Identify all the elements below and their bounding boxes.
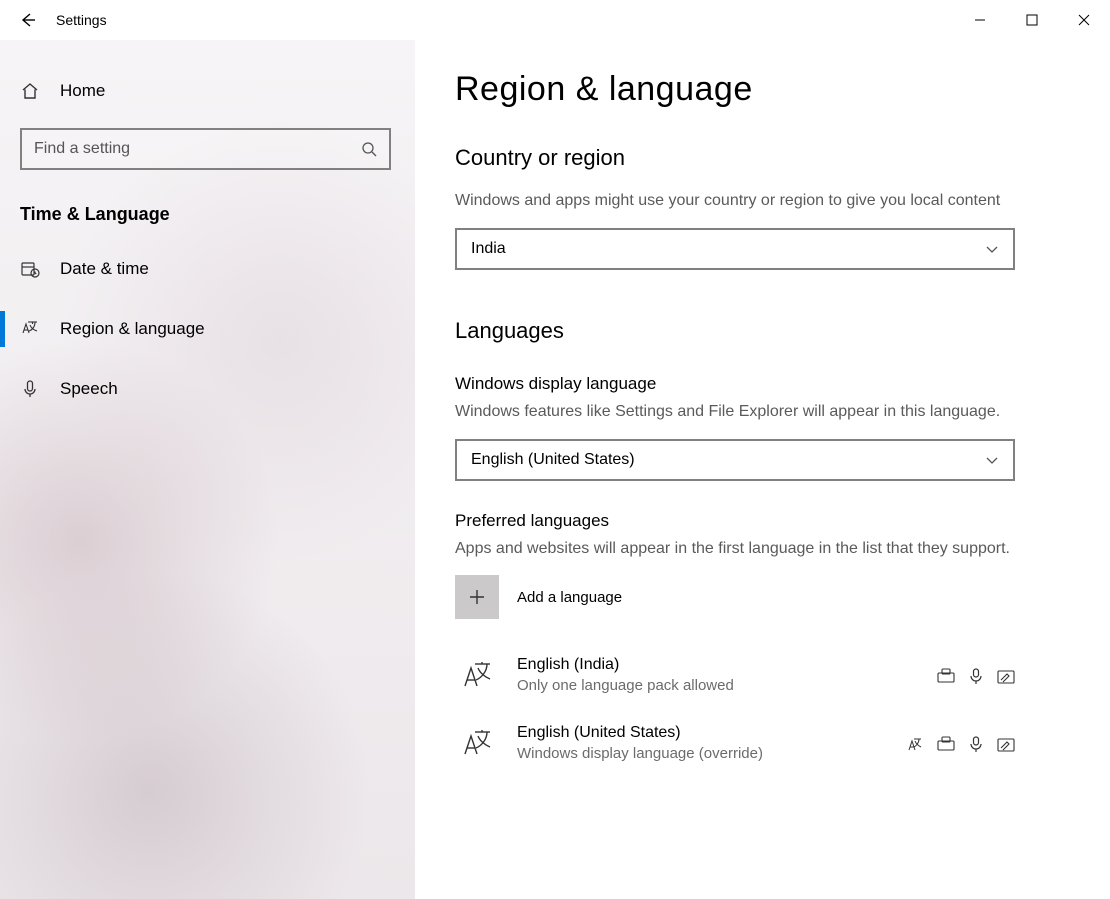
maximize-button[interactable]	[1006, 0, 1058, 40]
microphone-icon	[20, 379, 40, 399]
main-content: Region & language Country or region Wind…	[415, 40, 1110, 899]
display-language-label: Windows display language	[455, 374, 1070, 394]
sidebar-item-label: Date & time	[60, 259, 149, 279]
add-language-button[interactable]: Add a language	[455, 575, 622, 619]
sidebar-item-speech[interactable]: Speech	[0, 359, 415, 419]
display-language-icon	[907, 736, 923, 752]
language-item[interactable]: English (India) Only one language pack a…	[455, 647, 1015, 715]
sidebar-item-date-time[interactable]: Date & time	[0, 239, 415, 299]
page-title: Region & language	[455, 70, 1070, 109]
sidebar-group-title: Time & Language	[20, 204, 415, 225]
home-label: Home	[60, 81, 105, 101]
minimize-button[interactable]	[954, 0, 1006, 40]
region-selected: India	[471, 240, 506, 258]
preferred-languages-label: Preferred languages	[455, 511, 1070, 531]
language-name: English (India)	[517, 654, 937, 676]
language-glyph-icon	[20, 319, 40, 339]
window-title: Settings	[56, 12, 107, 28]
sidebar-item-label: Speech	[60, 379, 118, 399]
language-sub: Windows display language (override)	[517, 744, 907, 764]
language-glyph-icon	[462, 660, 492, 690]
language-glyph-icon	[462, 728, 492, 758]
microphone-icon	[969, 668, 983, 684]
language-item[interactable]: English (United States) Windows display …	[455, 715, 1015, 783]
display-language-selected: English (United States)	[471, 451, 635, 469]
back-arrow-icon	[19, 11, 37, 29]
chevron-down-icon	[985, 242, 999, 256]
back-button[interactable]	[0, 0, 56, 40]
maximize-icon	[1026, 14, 1038, 26]
sidebar-item-label: Region & language	[60, 319, 205, 339]
close-button[interactable]	[1058, 0, 1110, 40]
add-language-label: Add a language	[517, 589, 622, 606]
calendar-clock-icon	[20, 259, 40, 279]
languages-heading: Languages	[455, 318, 1070, 344]
microphone-icon	[969, 736, 983, 752]
handwriting-icon	[997, 736, 1015, 752]
home-nav[interactable]: Home	[0, 66, 415, 116]
preferred-languages-desc: Apps and websites will appear in the fir…	[455, 537, 1015, 562]
sidebar-item-region-language[interactable]: Region & language	[0, 299, 415, 359]
close-icon	[1078, 14, 1090, 26]
keyboard-icon	[937, 668, 955, 684]
home-icon	[20, 81, 40, 101]
language-name: English (United States)	[517, 722, 907, 744]
handwriting-icon	[997, 668, 1015, 684]
sidebar: Home Find a setting Time & Language	[0, 40, 415, 899]
search-icon	[361, 141, 377, 157]
region-heading: Country or region	[455, 145, 1070, 171]
region-dropdown[interactable]: India	[455, 228, 1015, 270]
region-desc: Windows and apps might use your country …	[455, 189, 1015, 214]
chevron-down-icon	[985, 453, 999, 467]
display-language-dropdown[interactable]: English (United States)	[455, 439, 1015, 481]
keyboard-icon	[937, 736, 955, 752]
language-sub: Only one language pack allowed	[517, 676, 937, 696]
search-placeholder: Find a setting	[34, 140, 130, 158]
display-language-desc: Windows features like Settings and File …	[455, 400, 1015, 425]
minimize-icon	[974, 14, 986, 26]
titlebar: Settings	[0, 0, 1110, 40]
plus-icon	[468, 588, 486, 606]
search-input[interactable]: Find a setting	[20, 128, 391, 170]
